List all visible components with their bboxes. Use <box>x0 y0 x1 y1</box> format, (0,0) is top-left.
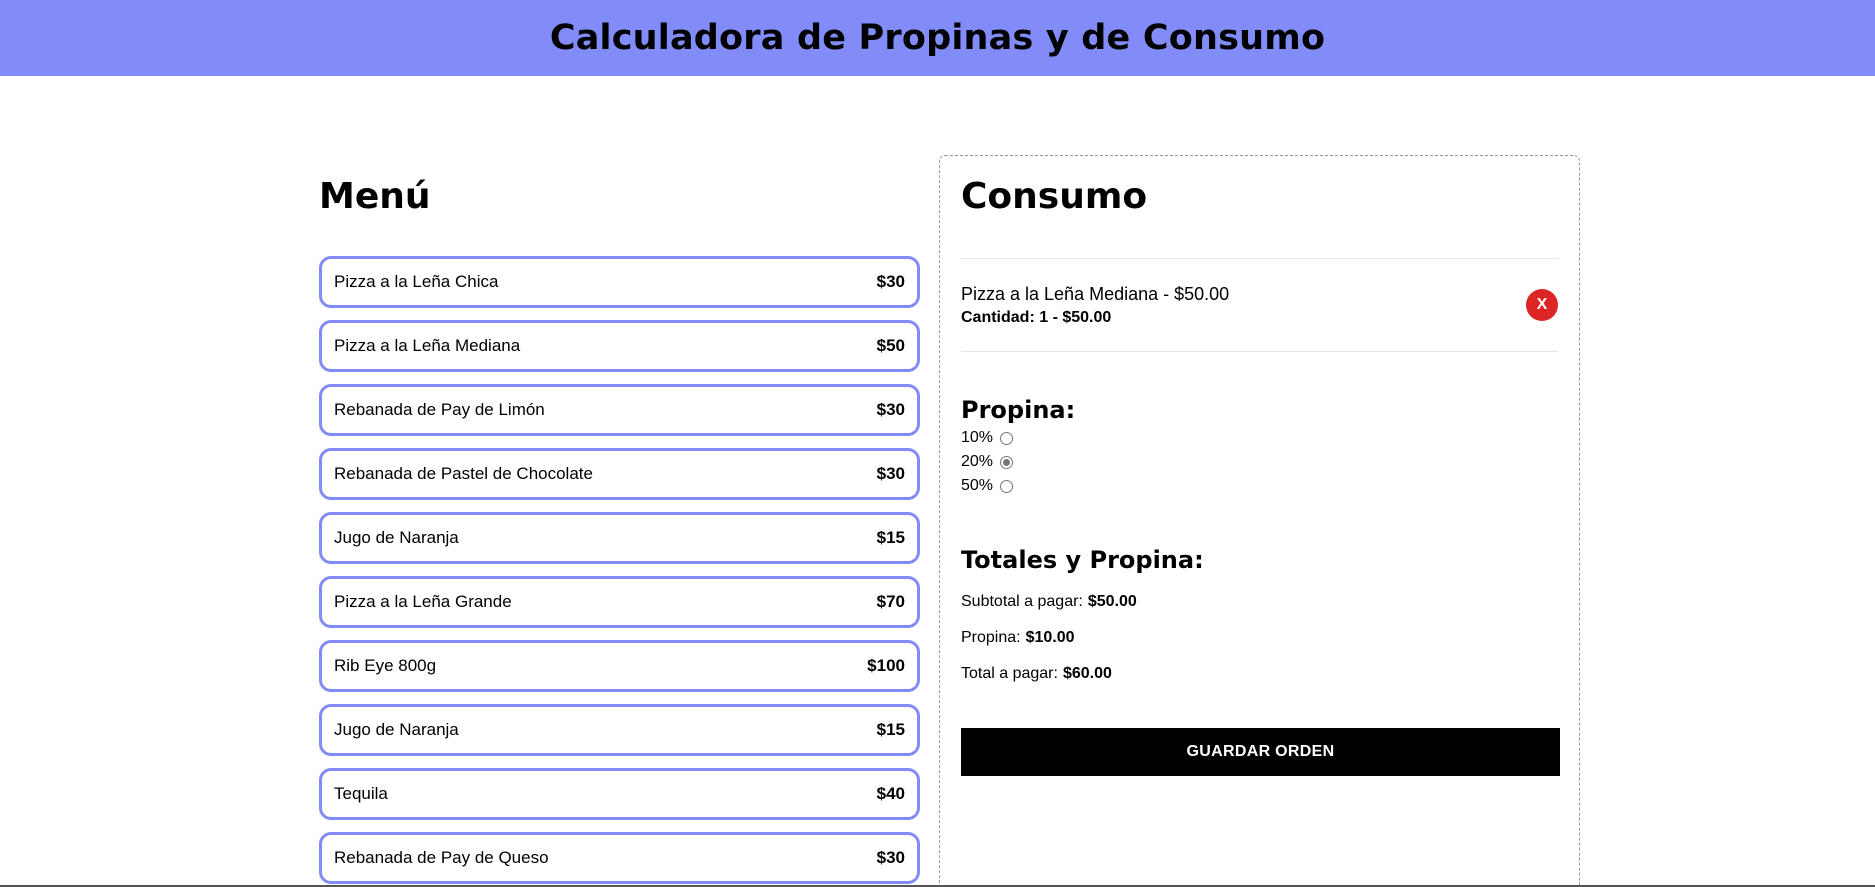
menu-item[interactable]: Jugo de Naranja $15 <box>319 704 920 756</box>
menu-item[interactable]: Pizza a la Leña Grande $70 <box>319 576 920 628</box>
menu-item-price: $40 <box>876 784 905 803</box>
consumo-title: Consumo <box>961 176 1148 217</box>
menu-item-price: $50 <box>876 336 905 355</box>
menu-item-price: $15 <box>876 720 905 739</box>
radio-button[interactable] <box>1000 455 1014 469</box>
app-header: Calculadora de Propinas y de Consumo <box>0 0 1875 76</box>
order-item-title: Pizza a la Leña Mediana - $50.00 <box>961 283 1230 304</box>
tip-option-50[interactable]: 50% <box>961 474 1558 498</box>
menu-item[interactable]: Jugo de Naranja $15 <box>319 512 920 564</box>
page-title: Calculadora de Propinas y de Consumo <box>549 18 1326 58</box>
menu-item[interactable]: Rebanada de Pay de Limón $30 <box>319 384 920 436</box>
tip-value: $10.00 <box>1025 629 1075 646</box>
consumo-panel: Consumo Pizza a la Leña Mediana - $50.00… <box>939 155 1580 887</box>
subtotal-row: Subtotal a pagar: $50.00 <box>961 584 1558 620</box>
menu-section: Menú Pizza a la Leña Chica $30 Pizza a la … <box>319 160 920 887</box>
total-row: Total a pagar: $60.00 <box>961 656 1558 692</box>
menu-item-price: $15 <box>876 528 905 547</box>
menu-item-price: $30 <box>876 400 905 419</box>
menu-item[interactable]: Rib Eye 800g $100 <box>319 640 920 692</box>
totales-section: Totales y Propina: Subtotal a pagar: $50… <box>961 546 1558 692</box>
radio-button[interactable] <box>1000 479 1014 493</box>
tip-option-label: 50% <box>961 477 994 494</box>
total-value: $60.00 <box>1062 665 1112 682</box>
menu-item[interactable]: Rebanada de Pay de Queso $30 <box>319 832 920 884</box>
menu-item-name: Pizza a la Leña Chica <box>334 272 499 291</box>
propina-title: Propina: <box>961 396 1076 424</box>
subtotal-value: $50.00 <box>1087 593 1137 610</box>
save-order-button[interactable]: GUARDAR ORDEN <box>961 728 1560 776</box>
menu-item[interactable]: Tequila $40 <box>319 768 920 820</box>
menu-item-price: $30 <box>876 272 905 291</box>
remove-item-button[interactable]: X <box>1526 289 1558 321</box>
menu-item[interactable]: Pizza a la Leña Chica $30 <box>319 256 920 308</box>
menu-item-price: $30 <box>876 464 905 483</box>
order-item-quantity: Cantidad: 1 - $50.00 <box>961 308 1112 326</box>
tip-option-10[interactable]: 10% <box>961 426 1558 450</box>
menu-item-price: $100 <box>867 656 905 675</box>
menu-item-name: Rebanada de Pay de Queso <box>334 848 549 867</box>
menu-item[interactable]: Rebanada de Pastel de Chocolate $30 <box>319 448 920 500</box>
menu-item-name: Pizza a la Leña Grande <box>334 592 512 611</box>
tip-row: Propina: $10.00 <box>961 620 1558 656</box>
order-item: Pizza a la Leña Mediana - $50.00 Cantida… <box>961 258 1558 352</box>
menu-item[interactable]: Pizza a la Leña Mediana $50 <box>319 320 920 372</box>
tip-label: Propina: <box>961 629 1021 646</box>
menu-item-name: Pizza a la Leña Mediana <box>334 336 521 355</box>
totales-title: Totales y Propina: <box>961 546 1204 574</box>
menu-item-name: Jugo de Naranja <box>334 528 459 547</box>
menu-list: Pizza a la Leña Chica $30 Pizza a la Leña … <box>319 256 920 884</box>
propina-section: Propina: 10% 20% 50% <box>961 396 1558 498</box>
total-label: Total a pagar: <box>961 665 1058 682</box>
menu-item-price: $70 <box>876 592 905 611</box>
menu-item-name: Tequila <box>334 784 388 803</box>
menu-item-name: Jugo de Naranja <box>334 720 459 739</box>
tip-option-20[interactable]: 20% <box>961 450 1558 474</box>
tip-option-label: 20% <box>961 453 994 470</box>
menu-item-name: Rib Eye 800g <box>334 656 437 675</box>
menu-title: Menú <box>319 176 431 217</box>
subtotal-label: Subtotal a pagar: <box>961 593 1083 610</box>
menu-item-name: Rebanada de Pastel de Chocolate <box>334 464 593 483</box>
menu-item-price: $30 <box>876 848 905 867</box>
radio-button[interactable] <box>1000 431 1014 445</box>
tip-option-label: 10% <box>961 429 994 446</box>
menu-item-name: Rebanada de Pay de Limón <box>334 400 545 419</box>
